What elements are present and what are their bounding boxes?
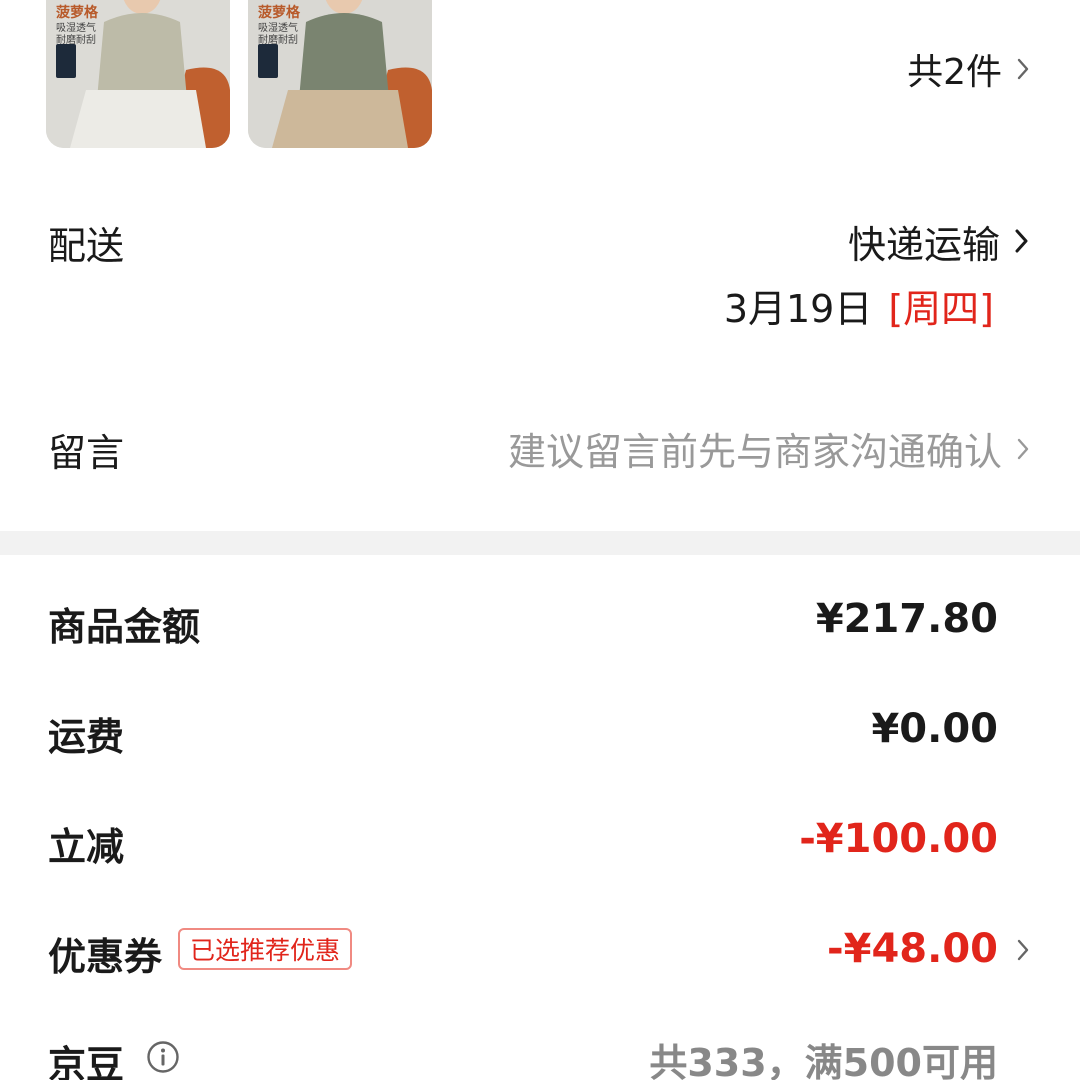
product-thumbnail-1[interactable]: 菠萝格 吸湿透气 耐磨耐刮: [46, 0, 230, 148]
coupon-recommended-badge: 已选推荐优惠: [178, 928, 353, 970]
coupon-value[interactable]: -¥48.00: [827, 926, 998, 972]
goods-amount-label: 商品金额: [48, 605, 201, 649]
product-count-link[interactable]: 共2件: [907, 44, 1030, 94]
goods-amount-value: ¥217.80: [815, 596, 998, 642]
product-tag-line: 吸湿透气: [258, 23, 298, 34]
coupon-label: 优惠券: [48, 935, 163, 979]
shipping-fee-label: 运费: [48, 715, 125, 759]
product-tag-line: 吸湿透气: [56, 23, 96, 34]
product-brand-label: 菠萝格: [56, 5, 98, 21]
product-tag-line: 耐磨耐刮: [258, 35, 298, 46]
product-thumbnail-2[interactable]: 菠萝格 吸湿透气 耐磨耐刮: [248, 0, 432, 148]
note-input[interactable]: 建议留言前先与商家沟通确认: [508, 422, 1030, 474]
note-placeholder-text: 建议留言前先与商家沟通确认: [507, 429, 1002, 474]
product-strip[interactable]: 菠萝格 吸湿透气 耐磨耐刮 菠萝格 吸湿透气 耐磨耐刮 共2件: [0, 0, 1080, 170]
delivery-method-value: 快递运输: [847, 222, 1000, 267]
shipping-fee-value: ¥0.00: [871, 706, 998, 752]
jd-beans-value: 共333，满500可用: [649, 1041, 998, 1080]
note-label: 留言: [48, 431, 125, 475]
section-divider: [0, 531, 1080, 555]
jd-beans-label: 京豆: [48, 1043, 125, 1080]
instant-discount-label: 立减: [48, 825, 125, 869]
product-brand-label: 菠萝格: [258, 5, 300, 21]
delivery-method-selector[interactable]: 快递运输: [848, 215, 1030, 267]
chevron-right-icon: [1014, 219, 1030, 263]
info-icon[interactable]: [146, 1040, 180, 1074]
product-count-label: 共2件: [907, 52, 1002, 93]
chevron-right-icon[interactable]: [1016, 930, 1030, 970]
chevron-right-icon: [1016, 49, 1030, 90]
delivery-label: 配送: [48, 224, 125, 268]
product-tag-line: 耐磨耐刮: [56, 35, 96, 46]
instant-discount-value: -¥100.00: [799, 816, 998, 862]
delivery-date: 3月19日 [周四]: [723, 280, 994, 331]
chevron-right-icon: [1016, 426, 1030, 470]
delivery-date-value: 3月19日: [723, 286, 873, 331]
delivery-weekday: [周四]: [888, 286, 994, 331]
